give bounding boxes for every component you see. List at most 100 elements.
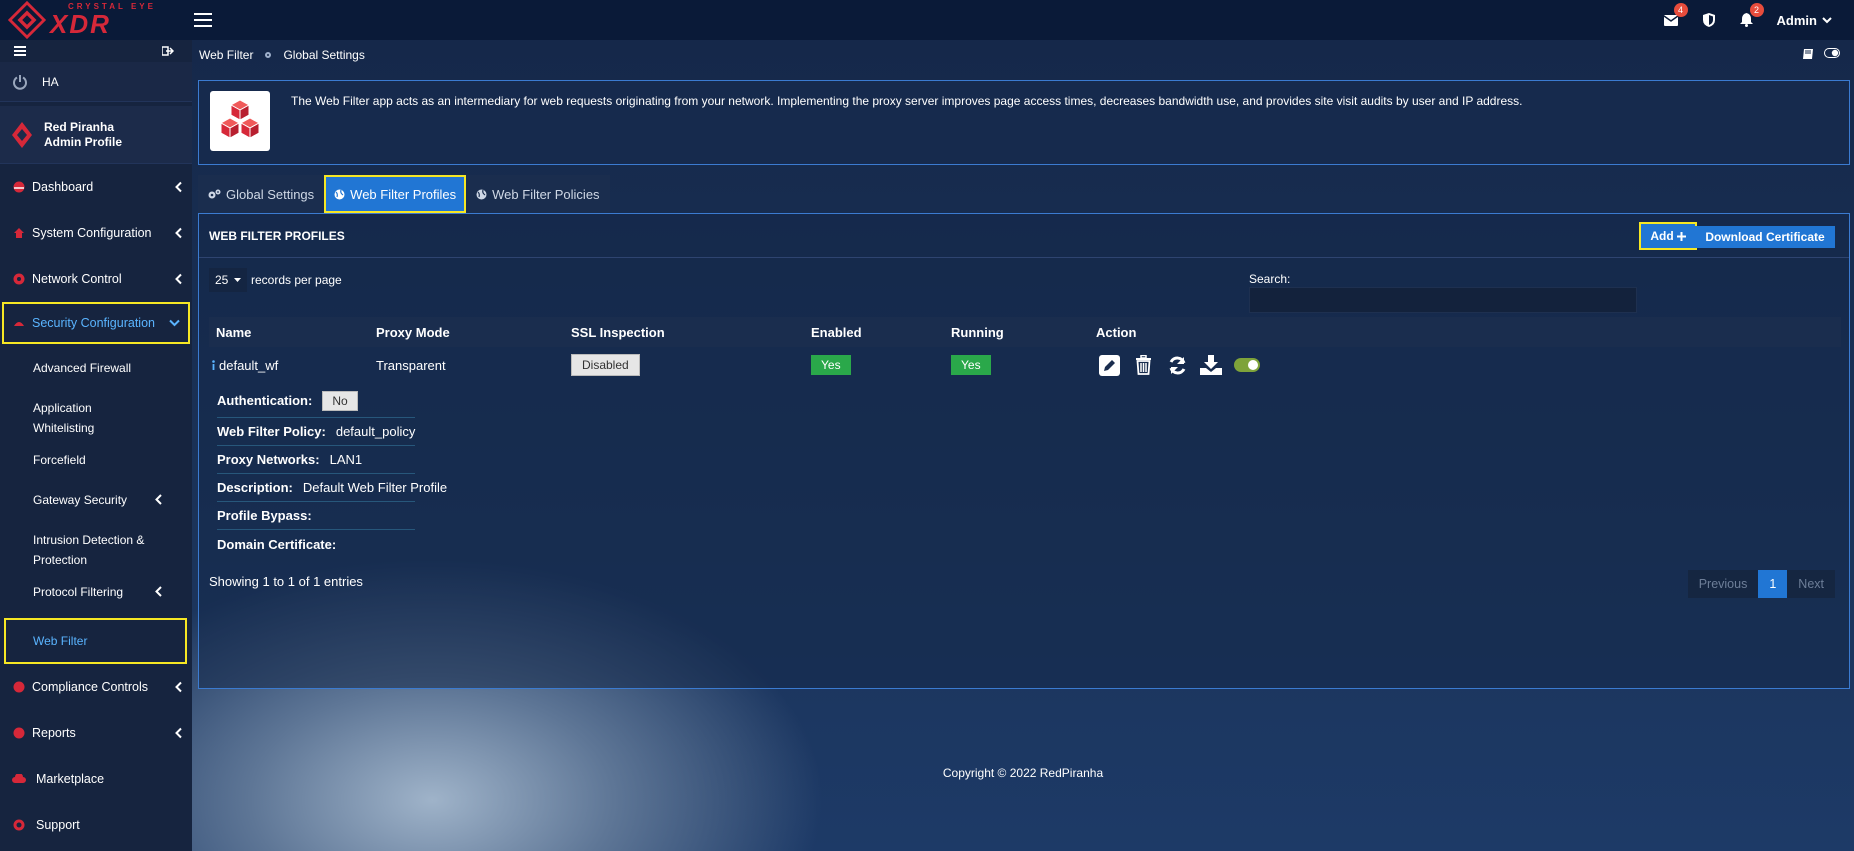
chevron-left-icon [175,227,182,239]
profile-org: Red Piranha [44,119,115,134]
mail-icon[interactable]: 4 [1663,3,1688,28]
detail-label-networks: Proxy Networks: [217,452,320,467]
download-certificate-button[interactable]: Download Certificate [1695,226,1835,248]
sidebar-item-reports[interactable]: Reports [0,710,192,756]
pagination-page[interactable]: 1 [1758,570,1788,598]
chevron-left-icon [175,681,182,693]
table-info: Showing 1 to 1 of 1 entries [209,574,363,589]
pagination-next[interactable]: Next [1787,570,1835,598]
profile-enable-toggle[interactable] [1234,358,1260,372]
sidebar-item-support[interactable]: Support [0,802,192,848]
column-header-ssl-inspection[interactable]: SSL Inspection [571,317,665,347]
detail-label-authentication: Authentication: [217,393,313,408]
chevron-left-icon [175,727,182,739]
sidebar-item-dashboard[interactable]: Dashboard [0,164,192,210]
sidebar-item-label: Compliance Controls [32,680,149,694]
chevron-left-icon [155,586,162,597]
chevron-down-icon [169,319,180,327]
app-info-box: The Web Filter app acts as an intermedia… [198,80,1850,165]
tab-global-settings[interactable]: Global Settings [198,175,325,213]
tab-label: Web Filter Policies [492,186,600,202]
breadcrumb: Web Filter Global Settings [199,40,365,70]
sidebar-item-marketplace[interactable]: Marketplace [0,756,192,802]
brand-logo[interactable]: CRYSTAL EYE XDR [0,0,192,40]
refresh-icon[interactable] [1166,354,1188,376]
tab-label: Global Settings [226,186,315,202]
column-header-proxy-mode[interactable]: Proxy Mode [376,317,450,347]
detail-value-policy: default_policy [335,424,416,439]
sidebar-item-label: Reports [32,726,76,740]
sidebar-item-compliance-controls[interactable]: Compliance Controls [0,664,192,710]
sidebar-item-label: Gateway Security [33,493,128,507]
sidebar-subitem-forcefield[interactable]: Forcefield [0,450,192,490]
sidebar-item-security-configuration[interactable]: Security Configuration [2,302,190,344]
sidebar-item-label: System Configuration [32,226,152,240]
globe-icon [476,189,487,199]
cubes-icon [210,91,270,151]
sidebar-profile[interactable]: Red Piranha Admin Profile [0,106,192,164]
edit-icon[interactable] [1098,354,1120,376]
compliance-icon [12,680,26,694]
sidebar-item-ha[interactable]: HA [0,62,192,102]
chevron-left-icon [155,494,162,505]
chevron-left-icon [175,273,182,285]
mail-badge: 4 [1673,3,1688,17]
security-icon [12,316,26,330]
ssl-status-badge: Disabled [571,354,640,376]
sidebar: HA Red Piranha Admin Profile Dashboard S… [0,40,192,851]
records-per-page-select[interactable]: 25 [209,268,247,292]
system-config-icon [12,226,26,240]
info-dots-icon [212,360,215,370]
detail-label-certificate: Domain Certificate: [217,536,337,552]
detail-value-description: Default Web Filter Profile [302,480,448,495]
dashboard-icon [12,180,26,194]
pagination: Previous 1 Next [1687,570,1835,598]
sidebar-subitem-intrusion-detection[interactable]: Intrusion Detection & Protection [0,530,160,582]
detail-label-description: Description: [217,480,293,495]
sidebar-subitem-application-whitelisting[interactable]: Application Whitelisting [0,398,120,450]
column-header-action: Action [1096,324,1137,340]
profile-logo-icon [12,121,32,148]
add-profile-button[interactable]: Add [1639,222,1697,250]
column-header-name[interactable]: Name [216,317,251,347]
pagination-previous[interactable]: Previous [1687,570,1759,598]
user-menu[interactable]: Admin [1777,13,1832,28]
book-icon[interactable] [1802,48,1814,60]
records-per-page-value: 25 [215,273,229,287]
cell-proxy-mode: Transparent [376,357,446,373]
download-icon[interactable] [1200,354,1222,376]
sidebar-collapse-icon[interactable] [14,46,26,56]
sidebar-subitem-gateway-security[interactable]: Gateway Security [0,490,192,530]
column-header-running[interactable]: Running [951,317,1004,347]
add-button-label: Add [1650,229,1674,243]
network-icon [12,272,26,286]
sidebar-subitem-advanced-firewall[interactable]: Advanced Firewall [0,358,192,398]
tab-bar: Global Settings Web Filter Profiles Web … [198,175,610,213]
breadcrumb-current[interactable]: Global Settings [283,48,364,62]
brand-title: XDR [50,9,111,39]
running-status-badge: Yes [951,355,991,375]
sidebar-subitem-protocol-filtering[interactable]: Protocol Filtering [0,582,192,618]
chevron-left-icon [175,181,182,193]
sign-out-icon[interactable] [162,46,174,56]
trash-icon[interactable] [1132,354,1154,376]
sidebar-item-system-configuration[interactable]: System Configuration [0,210,192,256]
toggle-icon[interactable] [1824,48,1840,58]
breadcrumb-separator-icon [265,52,272,58]
sidebar-subitem-web-filter[interactable]: Web Filter [4,618,187,664]
column-header-enabled[interactable]: Enabled [811,317,862,347]
row-expand-control[interactable] [212,347,215,383]
tab-web-filter-policies[interactable]: Web Filter Policies [466,175,610,213]
search-input[interactable] [1249,287,1637,313]
sidebar-item-network-control[interactable]: Network Control [0,256,192,302]
sidebar-item-label: Support [36,818,80,832]
authentication-badge: No [322,390,358,411]
sidebar-item-label: Dashboard [32,180,94,194]
tab-web-filter-profiles[interactable]: Web Filter Profiles [324,175,467,213]
shield-icon[interactable] [1701,12,1717,28]
detail-label-policy: Web Filter Policy: [217,424,326,439]
menu-toggle-icon[interactable] [194,13,212,27]
bell-icon[interactable]: 2 [1739,3,1764,28]
breadcrumb-root[interactable]: Web Filter [199,48,253,62]
detail-value-networks: LAN1 [329,452,363,467]
